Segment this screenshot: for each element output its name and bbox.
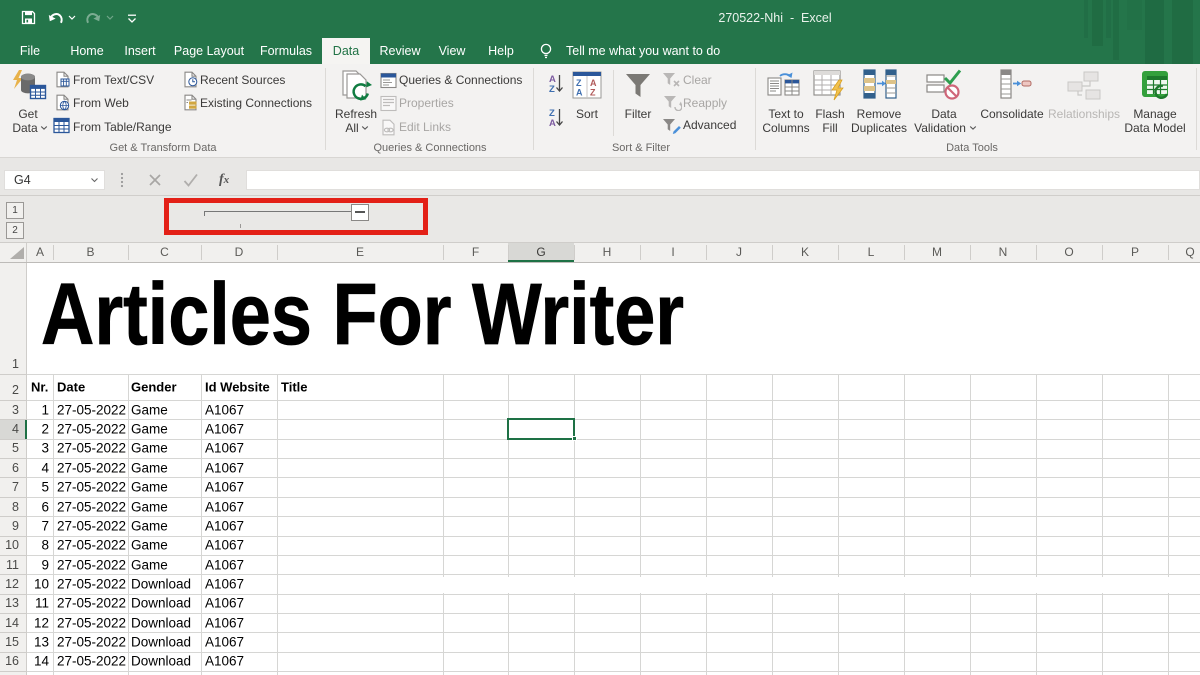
svg-text:Z: Z [549, 84, 555, 95]
svg-text:Z: Z [590, 88, 596, 98]
svg-text:A: A [549, 118, 556, 129]
svg-text:A: A [590, 78, 597, 88]
svg-text:A: A [576, 88, 583, 98]
svg-text:Z: Z [576, 78, 582, 88]
